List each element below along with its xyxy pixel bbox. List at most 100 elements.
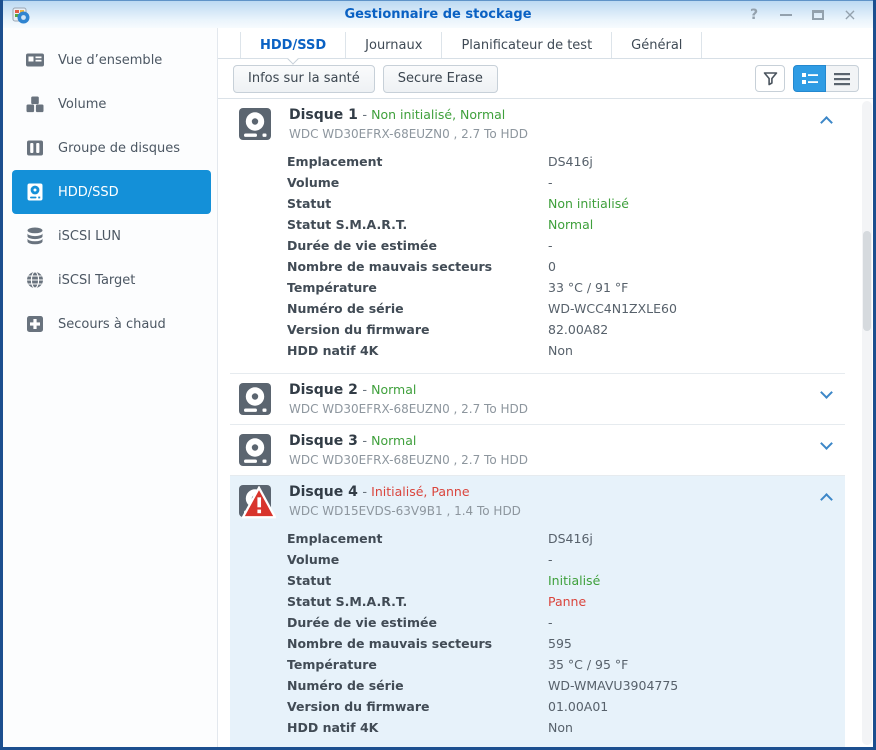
app-icon xyxy=(12,6,30,24)
tab-label: Général xyxy=(631,38,682,53)
iscsi-lun-icon xyxy=(25,226,45,246)
simple-view-button[interactable] xyxy=(826,65,859,92)
chevron-icon[interactable] xyxy=(820,116,833,129)
disk-details: Emplacement DS416j Volume - Statut Initi… xyxy=(230,526,845,747)
chevron-icon[interactable] xyxy=(820,493,833,506)
detail-label: HDD natif 4K xyxy=(287,720,548,735)
detail-label: Température xyxy=(287,657,548,672)
detail-row: Statut S.M.A.R.T. Panne xyxy=(287,591,845,612)
detail-value: Non xyxy=(548,343,573,358)
detail-value: 01.00A01 xyxy=(548,699,608,714)
titlebar: Gestionnaire de stockage ? × xyxy=(3,0,873,28)
detail-value: Non initialisé xyxy=(548,196,629,211)
disk-header[interactable]: Disque 1 - Non initialisé, Normal WDC WD… xyxy=(230,99,845,149)
detail-value: Normal xyxy=(548,217,593,232)
disk-header[interactable]: Disque 4 - Initialisé, Panne WDC WD15EVD… xyxy=(230,476,845,526)
tab-planificateur-de-test[interactable]: Planificateur de test xyxy=(441,32,611,58)
help-icon[interactable]: ? xyxy=(747,8,761,22)
detail-value: - xyxy=(548,238,553,253)
detail-label: Version du firmware xyxy=(287,322,548,337)
detail-label: Emplacement xyxy=(287,531,548,546)
detail-label: Version du firmware xyxy=(287,699,548,714)
detail-value: 35 °C / 95 °F xyxy=(548,657,628,672)
detail-value: WD-WMAVU3904775 xyxy=(548,678,678,693)
overview-icon xyxy=(25,50,45,70)
tab-journaux[interactable]: Journaux xyxy=(345,32,441,58)
chevron-icon[interactable] xyxy=(820,437,833,450)
detail-value: 0 xyxy=(548,259,556,274)
tab-label: Planificateur de test xyxy=(461,38,592,53)
warning-icon xyxy=(242,486,276,520)
disk-model: WDC WD30EFRX-68EUZN0 , 2.7 To HDD xyxy=(289,452,528,468)
detail-label: Durée de vie estimée xyxy=(287,238,548,253)
minimize-icon[interactable] xyxy=(779,8,793,22)
detail-view-icon xyxy=(802,72,818,86)
detail-row: Version du firmware 01.00A01 xyxy=(287,696,845,717)
sidebar-item-groupe-de-disques[interactable]: Groupe de disques xyxy=(12,126,211,170)
detail-view-button[interactable] xyxy=(793,65,826,92)
detail-label: Statut S.M.A.R.T. xyxy=(287,217,548,232)
disk-list: Disque 1 - Non initialisé, Normal WDC WD… xyxy=(218,99,873,747)
scrollbar-thumb[interactable] xyxy=(863,231,871,331)
disk-name: Disque 4 xyxy=(289,484,358,500)
detail-label: Durée de vie estimée xyxy=(287,615,548,630)
detail-value: DS416j xyxy=(548,531,593,546)
scrollbar-track[interactable] xyxy=(862,101,872,745)
detail-row: Numéro de série WD-WMAVU3904775 xyxy=(287,675,845,696)
sidebar-item-label: iSCSI LUN xyxy=(58,229,121,244)
disk-status-summary: Non initialisé, Normal xyxy=(371,107,505,122)
close-icon[interactable]: × xyxy=(843,8,857,22)
detail-value: - xyxy=(548,175,553,190)
disk-name: Disque 2 xyxy=(289,382,358,398)
detail-value: 82.00A82 xyxy=(548,322,608,337)
detail-row: Statut Non initialisé xyxy=(287,193,845,214)
disk-group-icon xyxy=(25,138,45,158)
detail-label: HDD natif 4K xyxy=(287,343,548,358)
detail-label: Numéro de série xyxy=(287,301,548,316)
disk-details: Emplacement DS416j Volume - Statut Non i… xyxy=(230,149,845,373)
tab-general[interactable]: Général xyxy=(611,32,702,58)
detail-row: Volume - xyxy=(287,549,845,570)
disk-header[interactable]: Disque 3 - Normal WDC WD30EFRX-68EUZN0 ,… xyxy=(230,425,845,475)
tab-label: Journaux xyxy=(365,38,422,53)
disk-name: Disque 1 xyxy=(289,107,358,123)
detail-row: HDD natif 4K Non xyxy=(287,340,845,361)
disk-header[interactable]: Disque 2 - Normal WDC WD30EFRX-68EUZN0 ,… xyxy=(230,374,845,424)
detail-value: DS416j xyxy=(548,154,593,169)
sidebar-item-iscsi-target[interactable]: iSCSI Target xyxy=(12,258,211,302)
sidebar-item-iscsi-lun[interactable]: iSCSI LUN xyxy=(12,214,211,258)
disk-block-4: Disque 4 - Initialisé, Panne WDC WD15EVD… xyxy=(230,475,845,747)
detail-row: Numéro de série WD-WCC4N1ZXLE60 xyxy=(287,298,845,319)
sidebar: Vue d’ensemble Volume Groupe de disques … xyxy=(3,28,218,747)
hdd-drive-icon xyxy=(238,484,272,518)
iscsi-target-icon xyxy=(25,270,45,290)
maximize-icon[interactable] xyxy=(811,8,825,22)
detail-label: Volume xyxy=(287,175,548,190)
detail-value: WD-WCC4N1ZXLE60 xyxy=(548,301,677,316)
toolbar-right xyxy=(755,65,859,92)
detail-row: HDD natif 4K Non xyxy=(287,717,845,738)
detail-row: Volume - xyxy=(287,172,845,193)
disk-model: WDC WD30EFRX-68EUZN0 , 2.7 To HDD xyxy=(289,126,528,142)
detail-row: Emplacement DS416j xyxy=(287,528,845,549)
detail-value: Non xyxy=(548,720,573,735)
sidebar-item-label: Groupe de disques xyxy=(58,141,180,156)
sidebar-item-vue-d-ensemble[interactable]: Vue d’ensemble xyxy=(12,38,211,82)
sidebar-item-hdd-ssd[interactable]: HDD/SSD xyxy=(12,170,211,214)
sidebar-item-secours-a-chaud[interactable]: Secours à chaud xyxy=(12,302,211,346)
detail-value: - xyxy=(548,552,553,567)
secure-erase-button[interactable]: Secure Erase xyxy=(383,65,498,93)
detail-row: Statut Initialisé xyxy=(287,570,845,591)
detail-label: Emplacement xyxy=(287,154,548,169)
disk-block-3: Disque 3 - Normal WDC WD30EFRX-68EUZN0 ,… xyxy=(230,424,845,475)
detail-row: Version du firmware 82.00A82 xyxy=(287,319,845,340)
disk-status-summary: Initialisé, Panne xyxy=(371,484,469,499)
disk-model: WDC WD15EVDS-63V9B1 , 1.4 To HDD xyxy=(289,503,521,519)
chevron-icon[interactable] xyxy=(820,386,833,399)
sidebar-item-volume[interactable]: Volume xyxy=(12,82,211,126)
tab-hdd-ssd[interactable]: HDD/SSD xyxy=(240,32,345,58)
health-info-button[interactable]: Infos sur la santé xyxy=(233,65,375,93)
hdd-drive-icon xyxy=(238,382,272,416)
filter-button[interactable] xyxy=(755,65,785,92)
simple-view-icon xyxy=(834,72,850,86)
